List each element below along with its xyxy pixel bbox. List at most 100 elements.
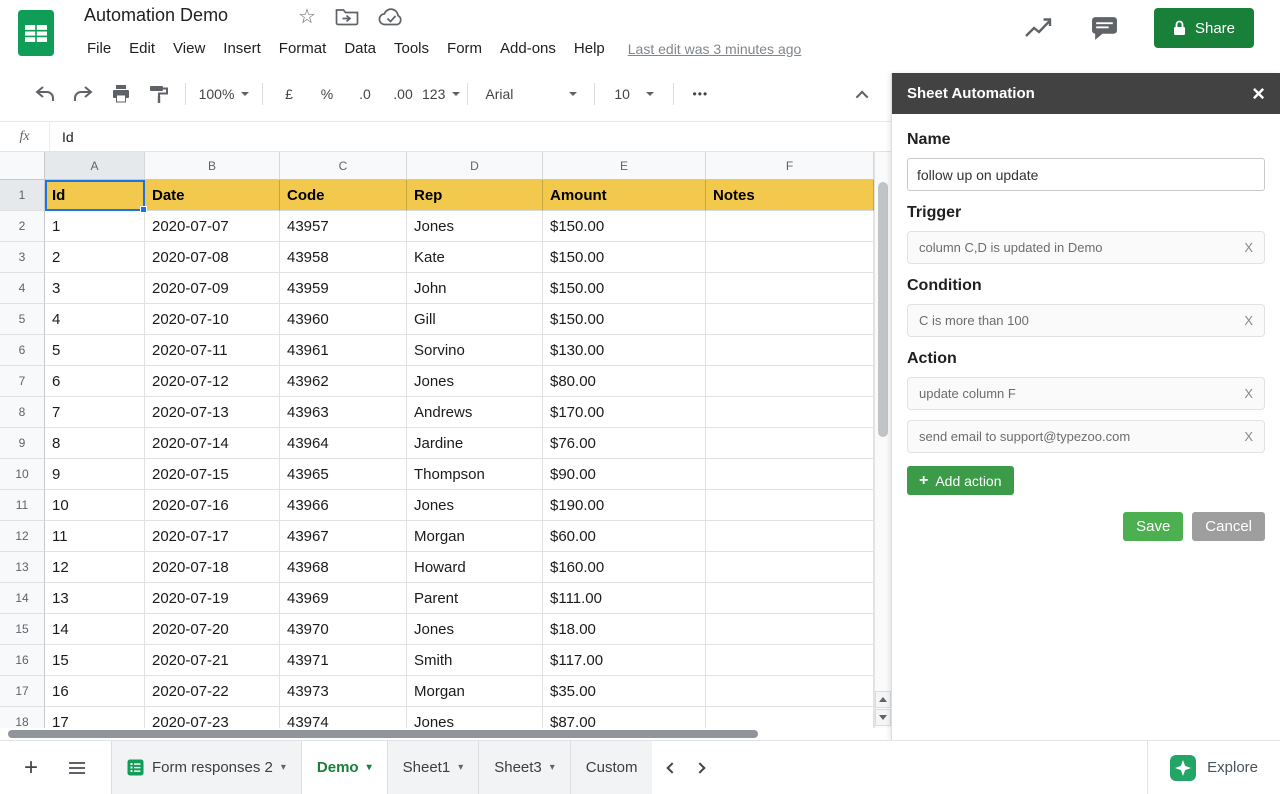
cell-D7[interactable]: Jones [407, 366, 543, 397]
save-button[interactable]: Save [1123, 512, 1183, 541]
cell-F7[interactable] [706, 366, 874, 397]
cell-D15[interactable]: Jones [407, 614, 543, 645]
row-header-18[interactable]: 18 [0, 707, 45, 728]
sheet-tab-form-responses-2[interactable]: Form responses 2▾ [111, 741, 302, 794]
move-folder-icon[interactable] [335, 7, 359, 27]
currency-format-button[interactable]: £ [270, 79, 308, 109]
cell-D1[interactable]: Rep [407, 180, 543, 211]
sheet-tab-sheet1[interactable]: Sheet1▾ [387, 741, 480, 794]
menu-format[interactable]: Format [270, 36, 336, 61]
cell-D17[interactable]: Morgan [407, 676, 543, 707]
cell-D13[interactable]: Howard [407, 552, 543, 583]
redo-button[interactable] [64, 79, 102, 109]
horizontal-scrollbar[interactable] [0, 728, 874, 740]
cell-A11[interactable]: 10 [45, 490, 145, 521]
tab-menu-caret[interactable]: ▾ [281, 762, 286, 773]
cell-C2[interactable]: 43957 [280, 211, 407, 242]
cancel-button[interactable]: Cancel [1192, 512, 1265, 541]
increase-decimal-button[interactable]: .00 [384, 79, 422, 109]
cell-C9[interactable]: 43964 [280, 428, 407, 459]
cell-F1[interactable]: Notes [706, 180, 874, 211]
remove-action-button[interactable]: X [1236, 429, 1253, 444]
last-edit-link[interactable]: Last edit was 3 minutes ago [628, 41, 802, 57]
close-panel-icon[interactable]: × [1252, 83, 1265, 105]
horizontal-scrollbar-thumb[interactable] [8, 730, 758, 738]
cell-E2[interactable]: $150.00 [543, 211, 706, 242]
collapse-toolbar-button[interactable] [849, 86, 877, 104]
cell-D16[interactable]: Smith [407, 645, 543, 676]
cell-F8[interactable] [706, 397, 874, 428]
cell-C5[interactable]: 43960 [280, 304, 407, 335]
cell-A8[interactable]: 7 [45, 397, 145, 428]
cell-E6[interactable]: $130.00 [543, 335, 706, 366]
cell-B11[interactable]: 2020-07-16 [145, 490, 280, 521]
cell-A14[interactable]: 13 [45, 583, 145, 614]
cell-F3[interactable] [706, 242, 874, 273]
cell-E3[interactable]: $150.00 [543, 242, 706, 273]
remove-trigger-button[interactable]: X [1236, 240, 1253, 255]
font-size-select[interactable]: 10 [602, 79, 666, 109]
cell-B4[interactable]: 2020-07-09 [145, 273, 280, 304]
row-header-1[interactable]: 1 [0, 180, 45, 211]
insights-chart-icon[interactable] [1023, 15, 1055, 41]
undo-button[interactable] [26, 79, 64, 109]
cell-B8[interactable]: 2020-07-13 [145, 397, 280, 428]
row-header-14[interactable]: 14 [0, 583, 45, 614]
cell-C6[interactable]: 43961 [280, 335, 407, 366]
sheets-logo-icon[interactable] [17, 9, 55, 62]
column-header-a[interactable]: A [45, 152, 145, 180]
cell-E7[interactable]: $80.00 [543, 366, 706, 397]
cell-B1[interactable]: Date [145, 180, 280, 211]
cell-B12[interactable]: 2020-07-17 [145, 521, 280, 552]
cell-A16[interactable]: 15 [45, 645, 145, 676]
explore-button[interactable]: Explore [1147, 741, 1280, 794]
column-header-c[interactable]: C [280, 152, 407, 180]
menu-data[interactable]: Data [335, 36, 385, 61]
grid-corner[interactable] [0, 152, 45, 180]
number-format-select[interactable]: 123 [422, 79, 460, 109]
cell-C15[interactable]: 43970 [280, 614, 407, 645]
row-header-6[interactable]: 6 [0, 335, 45, 366]
row-header-9[interactable]: 9 [0, 428, 45, 459]
font-select[interactable]: Arial [475, 79, 587, 109]
formula-input[interactable]: Id [50, 129, 891, 145]
cell-F15[interactable] [706, 614, 874, 645]
menu-insert[interactable]: Insert [214, 36, 270, 61]
cell-E8[interactable]: $170.00 [543, 397, 706, 428]
menu-add-ons[interactable]: Add-ons [491, 36, 565, 61]
cell-E9[interactable]: $76.00 [543, 428, 706, 459]
tab-menu-caret[interactable]: ▾ [367, 762, 372, 773]
sheet-tab-sheet3[interactable]: Sheet3▾ [478, 741, 571, 794]
cell-B2[interactable]: 2020-07-07 [145, 211, 280, 242]
all-sheets-menu-icon[interactable] [60, 751, 94, 785]
more-options-button[interactable]: ••• [681, 79, 719, 109]
cell-E4[interactable]: $150.00 [543, 273, 706, 304]
menu-view[interactable]: View [164, 36, 214, 61]
cell-F10[interactable] [706, 459, 874, 490]
document-title[interactable]: Automation Demo [84, 5, 228, 26]
remove-action-button[interactable]: X [1236, 386, 1253, 401]
column-header-e[interactable]: E [543, 152, 706, 180]
cell-B9[interactable]: 2020-07-14 [145, 428, 280, 459]
row-header-11[interactable]: 11 [0, 490, 45, 521]
row-header-4[interactable]: 4 [0, 273, 45, 304]
cell-B5[interactable]: 2020-07-10 [145, 304, 280, 335]
cell-C17[interactable]: 43973 [280, 676, 407, 707]
menu-form[interactable]: Form [438, 36, 491, 61]
cell-F6[interactable] [706, 335, 874, 366]
cell-E15[interactable]: $18.00 [543, 614, 706, 645]
cell-E17[interactable]: $35.00 [543, 676, 706, 707]
cell-F9[interactable] [706, 428, 874, 459]
add-sheet-button[interactable]: + [14, 751, 48, 785]
cell-D3[interactable]: Kate [407, 242, 543, 273]
cell-F12[interactable] [706, 521, 874, 552]
cell-F16[interactable] [706, 645, 874, 676]
tab-menu-caret[interactable]: ▾ [550, 762, 555, 773]
cell-A2[interactable]: 1 [45, 211, 145, 242]
percent-format-button[interactable]: % [308, 79, 346, 109]
cell-C10[interactable]: 43965 [280, 459, 407, 490]
row-header-3[interactable]: 3 [0, 242, 45, 273]
menu-file[interactable]: File [78, 36, 120, 61]
cell-A4[interactable]: 3 [45, 273, 145, 304]
row-header-8[interactable]: 8 [0, 397, 45, 428]
